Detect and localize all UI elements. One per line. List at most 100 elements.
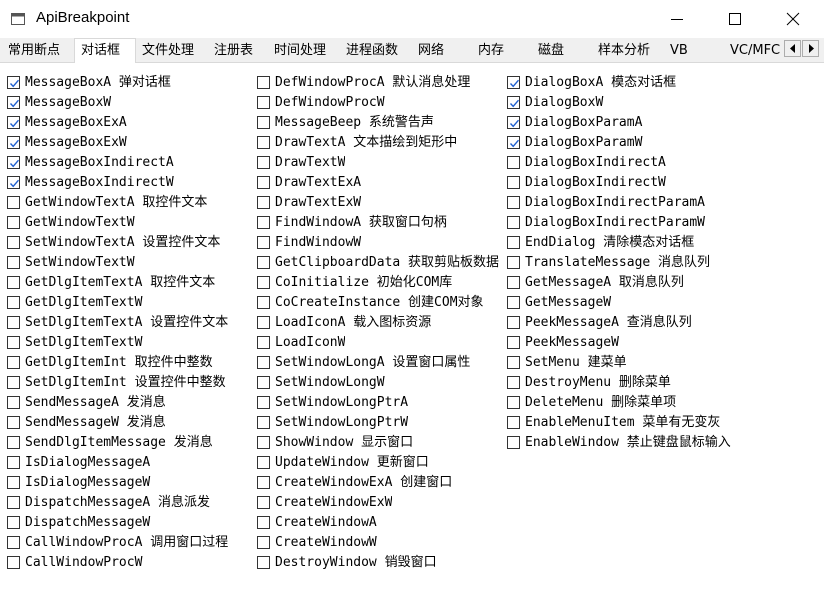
checkbox[interactable]: [507, 316, 520, 329]
checkbox[interactable]: [257, 176, 270, 189]
checkbox-label: DestroyWindow 销毁窗口: [275, 555, 437, 570]
tab-scroll-right-button[interactable]: [802, 40, 819, 57]
tab-label: 样本分析: [598, 43, 651, 58]
checkbox[interactable]: [257, 556, 270, 569]
checkbox-label: GetMessageW: [525, 295, 612, 310]
checkbox[interactable]: [7, 556, 20, 569]
tab-label: 注册表: [214, 43, 254, 58]
checkbox-label: CallWindowProcW: [25, 555, 143, 570]
checkbox[interactable]: [257, 316, 270, 329]
checkbox-label: DialogBoxIndirectA: [525, 155, 666, 170]
checkbox[interactable]: [507, 76, 520, 89]
checkbox-label: SetDlgItemInt 设置控件中整数: [25, 375, 226, 390]
checkbox[interactable]: [507, 96, 520, 109]
checkbox[interactable]: [257, 196, 270, 209]
tab-dialog[interactable]: 对话框: [74, 38, 136, 63]
checkbox[interactable]: [7, 116, 20, 129]
checkbox[interactable]: [7, 436, 20, 449]
checkbox[interactable]: [507, 396, 520, 409]
checkbox[interactable]: [507, 116, 520, 129]
checkbox[interactable]: [257, 376, 270, 389]
tab-network[interactable]: 网络: [412, 41, 470, 61]
checkbox[interactable]: [257, 236, 270, 249]
checkbox[interactable]: [507, 356, 520, 369]
checkmark-icon: [9, 99, 20, 108]
checkbox-label: CreateWindowExA 创建窗口: [275, 475, 453, 490]
checkbox[interactable]: [257, 296, 270, 309]
tab-vc-mfc[interactable]: VC/MFC: [724, 41, 784, 61]
checkbox[interactable]: [257, 496, 270, 509]
checkbox[interactable]: [7, 176, 20, 189]
checkbox[interactable]: [7, 456, 20, 469]
checkbox[interactable]: [7, 136, 20, 149]
checkbox[interactable]: [7, 356, 20, 369]
checkbox[interactable]: [257, 336, 270, 349]
tab-file-handling[interactable]: 文件处理: [136, 41, 208, 61]
checkbox[interactable]: [257, 476, 270, 489]
maximize-button[interactable]: [706, 0, 764, 38]
checkbox[interactable]: [257, 356, 270, 369]
checkbox[interactable]: [507, 296, 520, 309]
checkbox[interactable]: [7, 516, 20, 529]
checkbox[interactable]: [7, 416, 20, 429]
checkbox[interactable]: [7, 256, 20, 269]
checkbox[interactable]: [7, 216, 20, 229]
checkbox[interactable]: [507, 416, 520, 429]
checkbox[interactable]: [7, 156, 20, 169]
checkbox[interactable]: [7, 296, 20, 309]
checkbox[interactable]: [7, 536, 20, 549]
checkbox[interactable]: [7, 276, 20, 289]
checkbox[interactable]: [257, 516, 270, 529]
checkbox[interactable]: [7, 476, 20, 489]
checkbox[interactable]: [7, 336, 20, 349]
checkbox-label: SetWindowLongPtrW: [275, 415, 409, 430]
checkbox[interactable]: [257, 436, 270, 449]
tab-time-handling[interactable]: 时间处理: [268, 41, 340, 61]
checkbox[interactable]: [257, 456, 270, 469]
checkbox[interactable]: [507, 276, 520, 289]
checkbox[interactable]: [507, 256, 520, 269]
checkbox[interactable]: [257, 216, 270, 229]
checkbox[interactable]: [7, 316, 20, 329]
checkmark-icon: [509, 119, 520, 128]
checkbox[interactable]: [7, 496, 20, 509]
tab-disk[interactable]: 磁盘: [532, 41, 592, 61]
checkbox[interactable]: [257, 156, 270, 169]
close-button[interactable]: [764, 0, 822, 38]
checkbox[interactable]: [7, 76, 20, 89]
checkbox[interactable]: [507, 136, 520, 149]
checkbox[interactable]: [257, 396, 270, 409]
checkbox[interactable]: [507, 196, 520, 209]
checkbox[interactable]: [507, 216, 520, 229]
checkbox[interactable]: [7, 236, 20, 249]
checkbox[interactable]: [507, 436, 520, 449]
checkbox[interactable]: [507, 236, 520, 249]
tab-registry[interactable]: 注册表: [208, 41, 268, 61]
tab-vb[interactable]: VB: [664, 41, 724, 61]
minimize-button[interactable]: [648, 0, 706, 38]
checkbox[interactable]: [257, 256, 270, 269]
tab-common-breakpoints[interactable]: 常用断点: [2, 41, 74, 61]
checkbox[interactable]: [7, 196, 20, 209]
title-bar[interactable]: ApiBreakpoint: [0, 0, 824, 39]
checkbox[interactable]: [507, 336, 520, 349]
tab-process-functions[interactable]: 进程函数: [340, 41, 412, 61]
checkbox[interactable]: [507, 376, 520, 389]
checkbox[interactable]: [257, 536, 270, 549]
tab-memory[interactable]: 内存: [470, 41, 532, 61]
checkbox[interactable]: [7, 96, 20, 109]
checkbox-label: SetDlgItemTextA 设置控件文本: [25, 315, 229, 330]
checkbox[interactable]: [507, 156, 520, 169]
checkbox[interactable]: [507, 176, 520, 189]
checkbox[interactable]: [7, 376, 20, 389]
checkbox[interactable]: [257, 96, 270, 109]
checkbox[interactable]: [257, 76, 270, 89]
checkbox-label: DrawTextExW: [275, 195, 362, 210]
tab-scroll-left-button[interactable]: [784, 40, 801, 57]
checkbox[interactable]: [257, 416, 270, 429]
checkbox[interactable]: [257, 136, 270, 149]
checkbox[interactable]: [7, 396, 20, 409]
checkbox[interactable]: [257, 116, 270, 129]
tab-sample-analysis[interactable]: 样本分析: [592, 41, 664, 61]
checkbox[interactable]: [257, 276, 270, 289]
